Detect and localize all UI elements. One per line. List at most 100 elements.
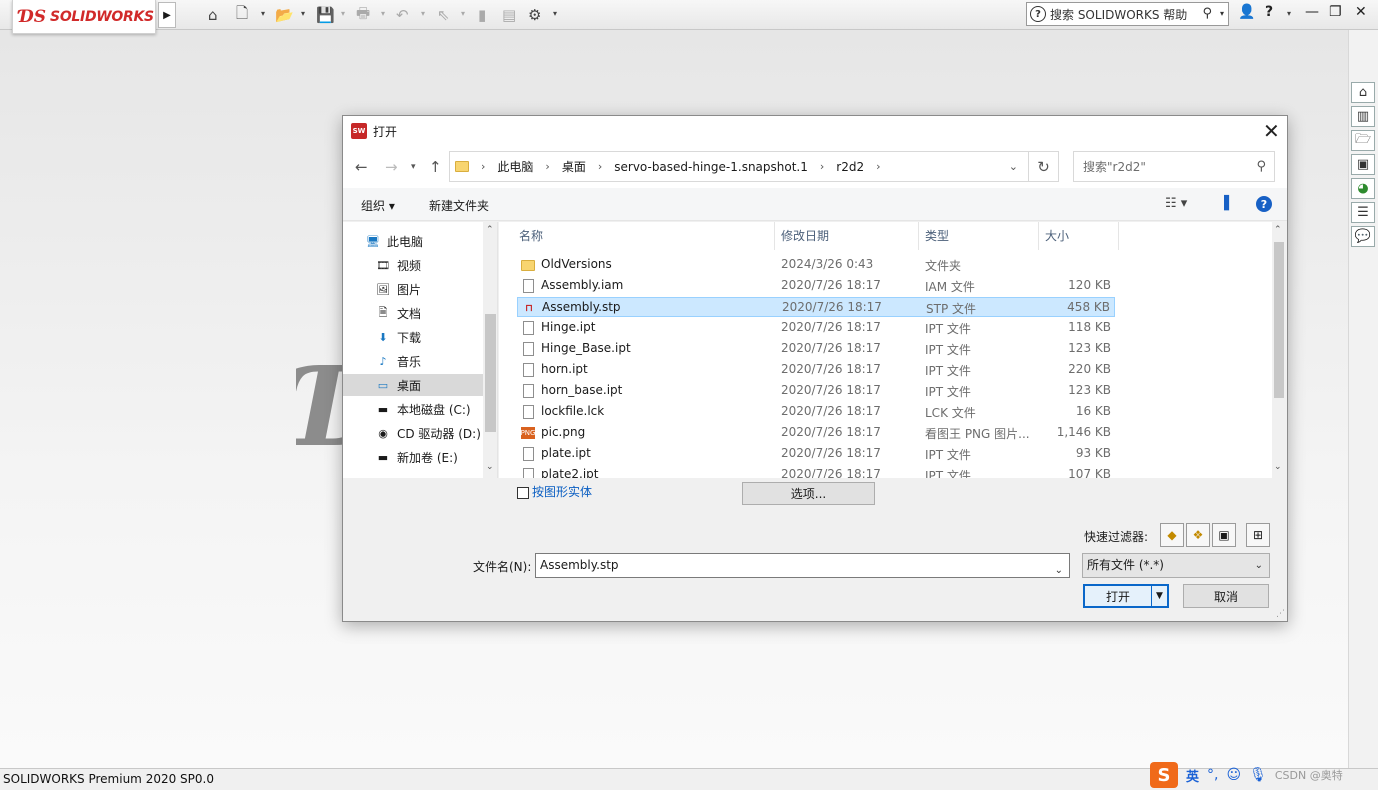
by-graphic-body-checkbox[interactable] <box>517 487 529 499</box>
search-icon[interactable]: ⚲ <box>1256 159 1266 174</box>
filter-top-level-assemblies-icon[interactable]: ⊞ <box>1246 523 1270 547</box>
select-cursor-icon[interactable]: ⇖ <box>437 5 450 25</box>
emoji-icon[interactable]: ☺ <box>1226 767 1241 783</box>
scrollbar-thumb[interactable] <box>1274 242 1284 398</box>
chevron-down-icon[interactable]: ▾ <box>301 9 305 18</box>
file-row-selected[interactable]: ⊓ Assembly.stp 2020/7/26 18:17 STP 文件 45… <box>517 297 1115 317</box>
filter-assemblies-icon[interactable]: ❖ <box>1186 523 1210 547</box>
help-icon[interactable]: ? <box>1265 4 1273 20</box>
file-row[interactable]: horn.ipt 2020/7/26 18:17 IPT 文件 220 KB <box>517 360 1115 380</box>
restore-icon[interactable]: ❐ <box>1329 4 1342 20</box>
user-icon[interactable]: 👤 <box>1238 4 1255 20</box>
scroll-up-icon[interactable]: ⌃ <box>1274 225 1282 235</box>
chevron-down-icon[interactable]: ⌄ <box>1255 554 1263 577</box>
chevron-down-icon[interactable]: ▾ <box>261 9 265 18</box>
breadcrumb-separator-icon[interactable]: › <box>481 160 485 173</box>
search-icon[interactable]: ⚲ <box>1202 6 1212 21</box>
new-document-icon[interactable]: 🗋 <box>236 4 248 25</box>
file-properties-icon[interactable]: ▤ <box>502 5 516 25</box>
close-icon[interactable]: ✕ <box>1263 119 1280 143</box>
appearances-icon[interactable]: ◕ <box>1351 178 1375 199</box>
organize-menu[interactable]: 组织 ▾ <box>361 197 395 214</box>
help-search-input[interactable]: ? 搜索 SOLIDWORKS 帮助 ⚲ ▾ <box>1026 2 1229 26</box>
file-row[interactable]: horn_base.ipt 2020/7/26 18:17 IPT 文件 123… <box>517 381 1115 401</box>
filter-drawings-icon[interactable]: ▣ <box>1212 523 1236 547</box>
open-file-icon[interactable]: 📂 <box>275 5 294 25</box>
open-split-arrow-icon[interactable]: ▼ <box>1151 586 1167 606</box>
tree-item-pictures[interactable]: 🖼 图片 <box>343 278 483 300</box>
custom-properties-icon[interactable]: ☰ <box>1351 202 1375 223</box>
column-header-type[interactable]: 类型 <box>919 222 1039 250</box>
file-row[interactable]: plate.ipt 2020/7/26 18:17 IPT 文件 93 KB <box>517 444 1115 464</box>
breadcrumb-separator-icon[interactable]: › <box>545 160 549 173</box>
tree-item-documents[interactable]: 🗎 文档 <box>343 302 483 324</box>
tree-item-desktop[interactable]: ▭ 桌面 <box>343 374 483 396</box>
file-row[interactable]: PNG pic.png 2020/7/26 18:17 看图王 PNG 图片..… <box>517 423 1115 443</box>
ime-language[interactable]: 英 <box>1186 766 1199 785</box>
column-header-size[interactable]: 大小 <box>1039 222 1119 250</box>
save-icon[interactable]: 💾 <box>316 5 335 25</box>
up-arrow-icon[interactable]: ↑ <box>429 158 442 176</box>
nav-pane-scrollbar[interactable]: ⌃ ⌄ <box>483 222 497 478</box>
cancel-button[interactable]: 取消 <box>1183 584 1269 608</box>
file-row[interactable]: lockfile.lck 2020/7/26 18:17 LCK 文件 16 K… <box>517 402 1115 422</box>
scroll-down-icon[interactable]: ⌄ <box>486 462 494 472</box>
tree-item-videos[interactable]: 🎞 视频 <box>343 254 483 276</box>
resize-grip-icon[interactable]: ⋰ <box>1276 609 1285 619</box>
solidworks-logo[interactable]: ƊS SOLIDWORKS <box>12 0 156 34</box>
breadcrumb-separator-icon[interactable]: › <box>876 160 880 173</box>
file-row[interactable]: OldVersions 2024/3/26 0:43 文件夹 <box>517 255 1115 275</box>
chevron-down-icon[interactable]: ▾ <box>1220 9 1224 18</box>
breadcrumb-item[interactable]: 此电脑 <box>497 158 533 175</box>
undo-icon[interactable]: ↶ <box>396 5 409 25</box>
preview-pane-icon[interactable]: ▐ <box>1219 196 1229 211</box>
view-options-icon[interactable]: ☷ ▾ <box>1165 196 1187 211</box>
close-icon[interactable]: ✕ <box>1355 4 1367 20</box>
tree-item-drive-c[interactable]: ▬ 本地磁盘 (C:) <box>343 398 483 420</box>
view-palette-icon[interactable]: ▣ <box>1351 154 1375 175</box>
chevron-down-icon[interactable]: ▾ <box>341 9 345 18</box>
tree-item-drive-e[interactable]: ▬ 新加卷 (E:) <box>343 446 483 468</box>
sogou-ime-icon[interactable]: S <box>1150 762 1178 788</box>
design-library-icon[interactable]: ▥ <box>1351 106 1375 127</box>
chevron-down-icon[interactable]: ▾ <box>421 9 425 18</box>
breadcrumb-separator-icon[interactable]: › <box>598 160 602 173</box>
file-row[interactable]: Hinge_Base.ipt 2020/7/26 18:17 IPT 文件 12… <box>517 339 1115 359</box>
filter-parts-icon[interactable]: ◆ <box>1160 523 1184 547</box>
file-explorer-icon[interactable]: 🗁 <box>1351 130 1375 151</box>
by-graphic-body-label[interactable]: 按图形实体 <box>532 483 592 500</box>
tree-item-music[interactable]: ♪ 音乐 <box>343 350 483 372</box>
column-header-date[interactable]: 修改日期 <box>775 222 919 250</box>
folder-search-input[interactable]: 搜索"r2d2" ⚲ <box>1073 151 1275 182</box>
print-icon[interactable]: 🖶 <box>356 4 370 25</box>
tree-item-drive-d[interactable]: ◉ CD 驱动器 (D:) <box>343 422 483 444</box>
rebuild-icon[interactable]: ▮ <box>478 5 486 25</box>
breadcrumb-item[interactable]: servo-based-hinge-1.snapshot.1 <box>614 160 808 174</box>
refresh-icon[interactable]: ↻ <box>1029 151 1059 182</box>
help-icon[interactable]: ? <box>1256 196 1272 212</box>
scrollbar-thumb[interactable] <box>485 314 496 432</box>
back-arrow-icon[interactable]: ← <box>355 158 368 176</box>
chevron-down-icon[interactable]: ⌄ <box>1009 160 1018 173</box>
home-icon[interactable]: ⌂ <box>208 5 218 25</box>
chevron-down-icon[interactable]: ▾ <box>1287 9 1291 18</box>
scroll-down-icon[interactable]: ⌄ <box>1274 462 1282 472</box>
file-row[interactable]: Hinge.ipt 2020/7/26 18:17 IPT 文件 118 KB <box>517 318 1115 338</box>
recent-locations-chevron-icon[interactable]: ▾ <box>411 162 416 172</box>
gear-icon[interactable]: ⚙ <box>528 5 541 25</box>
file-row[interactable]: Assembly.iam 2020/7/26 18:17 IAM 文件 120 … <box>517 276 1115 296</box>
punctuation-icon[interactable]: °, <box>1207 767 1218 783</box>
microphone-icon[interactable]: 🎙 <box>1249 767 1267 783</box>
home-icon[interactable]: ⌂ <box>1351 82 1375 103</box>
minimize-icon[interactable]: — <box>1305 4 1319 20</box>
file-list-scrollbar[interactable]: ⌃ ⌄ <box>1272 222 1286 478</box>
chevron-down-icon[interactable]: ▾ <box>461 9 465 18</box>
options-button[interactable]: 选项... <box>742 482 875 505</box>
tree-item-downloads[interactable]: ⬇ 下载 <box>343 326 483 348</box>
filetype-select[interactable]: 所有文件 (*.*) ⌄ <box>1082 553 1270 578</box>
filename-input[interactable]: Assembly.stp ⌄ <box>535 553 1070 578</box>
new-folder-button[interactable]: 新建文件夹 <box>429 197 489 214</box>
column-header-name[interactable]: 名称 <box>513 222 775 250</box>
chevron-down-icon[interactable]: ▾ <box>381 9 385 18</box>
scroll-up-icon[interactable]: ⌃ <box>486 225 494 235</box>
